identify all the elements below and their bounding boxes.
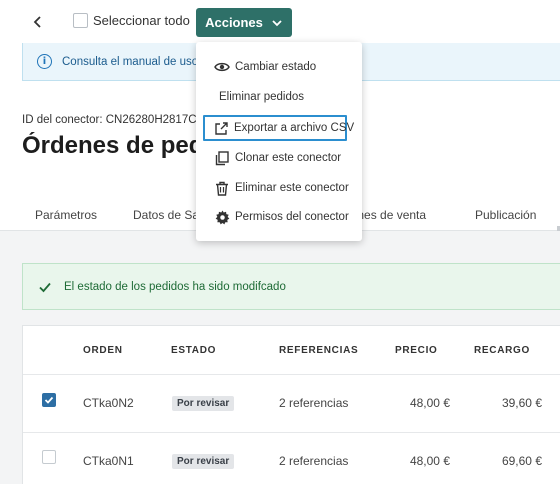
column-header-referencias[interactable]: REFERENCIAS: [279, 345, 358, 356]
success-banner-text: El estado de los pedidos ha sido modifca…: [64, 280, 286, 293]
menu-item-label: Exportar a archivo CSV: [234, 122, 355, 134]
price-cell: 48,00 €: [409, 396, 450, 410]
order-id[interactable]: CTka0N1: [83, 454, 134, 468]
references-cell[interactable]: 2 referencias: [279, 396, 348, 410]
copy-icon: [214, 150, 230, 166]
select-all-checkbox[interactable]: Seleccionar todo: [73, 13, 190, 28]
row-checkbox[interactable]: [42, 450, 56, 464]
status-badge: Por revisar: [172, 454, 235, 469]
status-badge: Por revisar: [172, 396, 235, 411]
menu-item-label: Permisos del conector: [235, 211, 349, 223]
column-header-recargo[interactable]: RECARGO: [474, 345, 530, 356]
info-banner-text[interactable]: Consulta el manual de uso a: [62, 56, 208, 68]
surcharge-cell: 39,60 €: [501, 396, 542, 410]
menu-item-clonar-conector[interactable]: Clonar este conector: [196, 145, 362, 171]
tab-datos-salida[interactable]: Datos de Sali: [133, 208, 204, 222]
chevron-left-icon: [33, 16, 41, 28]
order-id[interactable]: CTka0N2: [83, 396, 134, 410]
menu-item-label: Clonar este conector: [235, 152, 342, 164]
menu-item-cambiar-estado[interactable]: Cambiar estado: [196, 54, 362, 80]
export-icon: [214, 120, 229, 136]
price-cell: 48,00 €: [409, 454, 450, 468]
info-icon: i: [37, 54, 52, 69]
select-all-label: Seleccionar todo: [93, 13, 190, 28]
column-header-orden[interactable]: ORDEN: [83, 345, 123, 356]
eye-icon: [214, 59, 230, 75]
check-icon: [39, 282, 51, 292]
tab-parametros[interactable]: Parámetros: [35, 208, 97, 222]
menu-item-eliminar-conector[interactable]: Eliminar este conector: [196, 175, 362, 201]
row-checkbox[interactable]: [42, 393, 56, 407]
gear-icon: [214, 209, 230, 225]
menu-item-eliminar-pedidos[interactable]: Eliminar pedidos: [196, 84, 362, 110]
trash-icon: [214, 180, 230, 196]
actions-button-label: Acciones: [205, 15, 263, 30]
menu-item-label: Eliminar este conector: [235, 182, 349, 194]
header-divider: [23, 374, 560, 375]
actions-dropdown-menu: Cambiar estado Eliminar pedidos Exportar…: [196, 42, 362, 241]
surcharge-cell: 69,60 €: [501, 454, 542, 468]
row-divider: [23, 432, 560, 433]
menu-item-label: Eliminar pedidos: [219, 91, 305, 103]
tab-publicacion[interactable]: Publicación: [475, 208, 536, 222]
column-header-precio[interactable]: PRECIO: [395, 345, 438, 356]
actions-button[interactable]: Acciones: [196, 8, 292, 37]
checkmark-icon: [44, 396, 54, 404]
menu-item-exportar-csv[interactable]: Exportar a archivo CSV: [203, 115, 354, 141]
orders-table: ORDEN ESTADO REFERENCIAS PRECIO RECARGO …: [22, 325, 560, 484]
select-all-box[interactable]: [73, 13, 88, 28]
menu-item-permisos-conector[interactable]: Permisos del conector: [196, 204, 362, 230]
chevron-down-icon: [272, 19, 282, 26]
page-title: Órdenes de pedi: [22, 132, 211, 159]
menu-item-label: Cambiar estado: [235, 61, 317, 73]
connector-id: ID del conector: CN26280H2817C96: [22, 114, 210, 126]
success-banner: El estado de los pedidos ha sido modifca…: [22, 263, 560, 310]
top-toolbar: Seleccionar todo Acciones: [0, 0, 560, 44]
column-header-estado[interactable]: ESTADO: [171, 345, 216, 356]
references-cell[interactable]: 2 referencias: [279, 454, 348, 468]
back-button[interactable]: [28, 12, 48, 32]
